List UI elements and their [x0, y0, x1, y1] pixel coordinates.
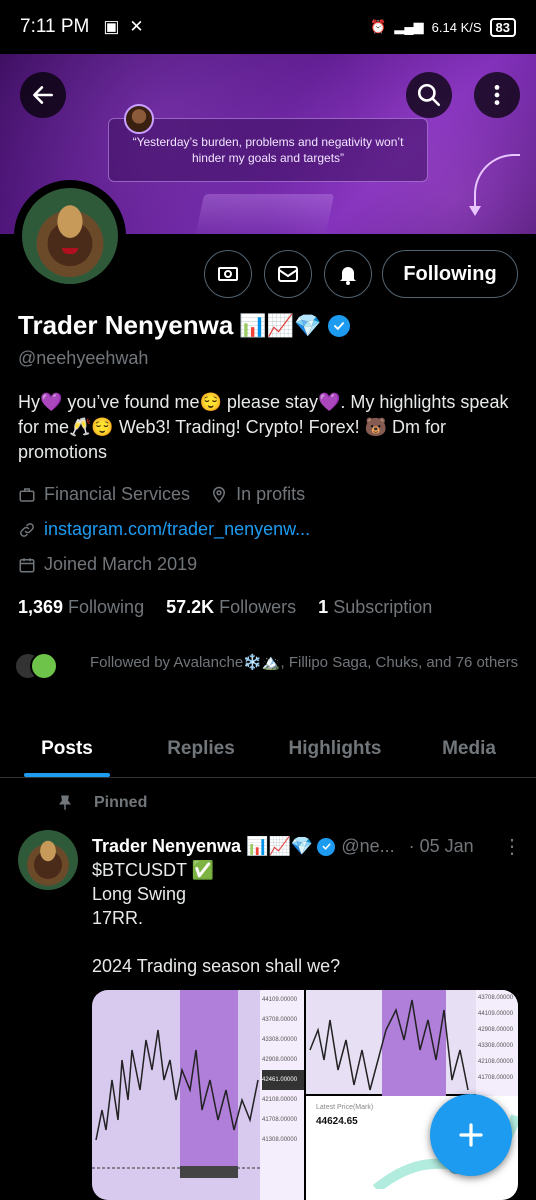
profile-website-link[interactable]: instagram.com/trader_nenyenw...: [44, 519, 310, 540]
back-button[interactable]: [20, 72, 66, 118]
post-more-icon[interactable]: ⋮: [502, 834, 522, 859]
status-bar: 7:11 PM ▣ ✕ ⏰ ▂▄▆ 6.14 K/S 83: [0, 0, 536, 54]
more-options-button[interactable]: [474, 72, 520, 118]
message-button[interactable]: [264, 250, 312, 298]
search-button[interactable]: [406, 72, 452, 118]
tab-highlights[interactable]: Highlights: [268, 720, 402, 777]
subscribe-button[interactable]: [204, 250, 252, 298]
tab-posts[interactable]: Posts: [0, 720, 134, 777]
post-author-avatar[interactable]: [18, 830, 78, 890]
banner-arrow-decoration: [469, 154, 520, 216]
post-author-name[interactable]: Trader Nenyenwa 📊📈💎: [92, 836, 313, 857]
post-date[interactable]: · 05 Jan: [409, 836, 474, 857]
banner-book-image: [195, 194, 335, 234]
pinned-indicator: Pinned: [56, 794, 147, 812]
post-author-handle[interactable]: @ne...: [341, 836, 394, 857]
more-vertical-icon: [494, 85, 500, 105]
envelope-icon: [278, 266, 298, 282]
profile-meta-row-3: Joined March 2019: [18, 554, 197, 575]
plus-icon: [459, 1123, 483, 1147]
money-icon: [218, 267, 238, 281]
network-speed: 6.14 K/S: [431, 19, 482, 35]
profile-joined: Joined March 2019: [44, 554, 198, 574]
sim-icon: ▣: [103, 17, 120, 36]
tab-media[interactable]: Media: [402, 720, 536, 777]
followers-count-link[interactable]: 57.2K Followers: [166, 597, 296, 618]
post-text: $BTCUSDT ✅ Long Swing 17RR. 2024 Trading…: [92, 860, 341, 976]
chart-candles: [309, 999, 469, 1091]
briefcase-icon: [18, 486, 36, 504]
arrow-left-icon: [33, 86, 53, 104]
profile-handle: @neehyeehwah: [18, 348, 149, 368]
verified-check-icon[interactable]: [327, 314, 350, 337]
search-icon: [417, 83, 441, 107]
profile-avatar[interactable]: [14, 180, 126, 292]
x-logo-icon: ✕: [129, 17, 144, 36]
profile-meta-row-1: Financial Services In profits: [18, 484, 305, 505]
bell-icon: [340, 267, 356, 285]
calendar-icon: [18, 556, 36, 574]
avatar-image: [22, 188, 118, 284]
post-media-chart-2[interactable]: 43708.00000 44109.00000 42908.00000 4330…: [306, 990, 518, 1105]
banner-quote: “Yesterday’s burden, problems and negati…: [108, 118, 428, 182]
follow-counts: 1,369 Following 57.2K Followers 1 Subscript…: [18, 597, 432, 618]
followed-by-avatars[interactable]: [14, 652, 58, 680]
profile-category: Financial Services: [44, 484, 191, 504]
notifications-button[interactable]: [324, 250, 372, 298]
battery-indicator: 83: [489, 17, 516, 37]
banner-quote-avatar: [124, 104, 154, 134]
profile-name-emojis: 📊📈💎: [239, 312, 322, 338]
alarm-icon: ⏰: [370, 19, 387, 34]
post-header: Trader Nenyenwa 📊📈💎 @ne... · 05 Jan ⋮: [92, 834, 522, 859]
profile-meta-row-2: instagram.com/trader_nenyenw...: [18, 519, 310, 540]
following-button[interactable]: Following: [382, 250, 518, 298]
verified-check-icon: [317, 837, 336, 856]
post-media-chart-1[interactable]: 44109.00000 43708.00000 43308.00000 4290…: [92, 990, 304, 1200]
profile-tabs: Posts Replies Highlights Media: [0, 720, 536, 778]
followed-by-text[interactable]: Followed by Avalanche❄️🏔️, Fillipo Saga,…: [90, 652, 520, 674]
chart-price-axis: 44109.00000 43708.00000 43308.00000 4290…: [260, 990, 304, 1200]
compose-post-button[interactable]: [430, 1094, 512, 1176]
profile-name-text: Trader Nenyenwa: [18, 310, 234, 340]
location-pin-icon: [210, 486, 228, 504]
chart-price-axis: 43708.00000 44109.00000 42908.00000 4330…: [476, 990, 518, 1105]
profile-location: In profits: [236, 484, 306, 504]
signal-icon: ▂▄▆: [394, 19, 424, 34]
tab-replies[interactable]: Replies: [134, 720, 268, 777]
following-count-link[interactable]: 1,369 Following: [18, 597, 144, 618]
subscription-count-link[interactable]: 1 Subscription: [318, 597, 432, 618]
follower-avatar: [30, 652, 58, 680]
profile-name: Trader Nenyenwa 📊📈💎: [18, 310, 350, 341]
status-time: 7:11 PM: [20, 16, 90, 37]
pinned-label: Pinned: [94, 794, 148, 811]
chart-candles: [92, 1029, 262, 1178]
pin-icon: [59, 795, 71, 810]
profile-bio: Hy💜 you’ve found me😌 please stay💜. My hi…: [18, 392, 509, 462]
link-icon: [18, 521, 36, 539]
